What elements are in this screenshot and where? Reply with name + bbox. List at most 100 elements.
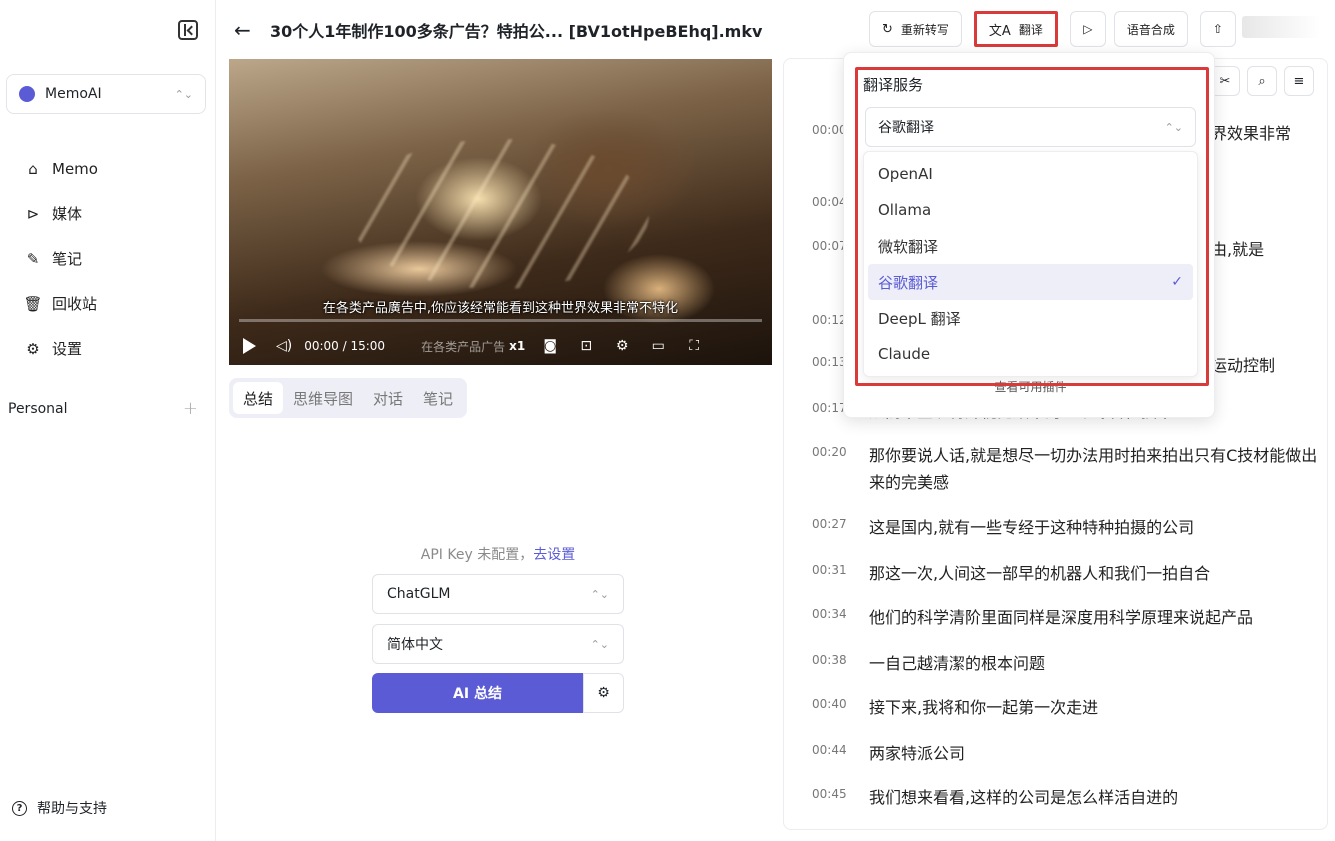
summary-settings-button[interactable]: ⚙ bbox=[583, 673, 624, 713]
volume-icon[interactable]: ◁) bbox=[276, 338, 292, 354]
speed-control[interactable]: x1 bbox=[509, 339, 525, 353]
transcript-row[interactable]: 00:38 一自己越清潔的根本问题 bbox=[812, 650, 1322, 677]
transcript-row[interactable]: 00:44 两家特派公司 bbox=[812, 740, 1322, 767]
gear-icon[interactable]: ⚙ bbox=[613, 338, 631, 354]
sidebar-item-memo[interactable]: ⌂ Memo bbox=[24, 146, 204, 191]
sidebar-item-label: 回收站 bbox=[52, 295, 98, 313]
transcript-text: 接下来,我将和你一起第一次走进 bbox=[869, 698, 1099, 717]
back-arrow-icon[interactable]: ← bbox=[234, 18, 251, 42]
page-title: 30个人1年制作100多条广告？特拍公... [BV1otHpeBEhq].mk… bbox=[270, 22, 763, 41]
sidebar: MemoAI ⌃⌄ ⌂ Memo ⊳ 媒体 ✎ 笔记 🗑 回收站 ⚙ 设置 Pe… bbox=[0, 0, 216, 841]
export-button[interactable]: ⇧ bbox=[1199, 11, 1236, 47]
translate-icon: 文A bbox=[988, 23, 1011, 39]
fullscreen-icon[interactable]: ⛶ bbox=[685, 338, 703, 354]
sidebar-nav: ⌂ Memo ⊳ 媒体 ✎ 笔记 🗑 回收站 ⚙ 设置 bbox=[23, 146, 204, 371]
tab-chat[interactable]: 对话 bbox=[363, 382, 413, 414]
tab-mindmap[interactable]: 思维导图 bbox=[283, 382, 363, 414]
translate-button[interactable]: 文A 翻译 bbox=[973, 11, 1058, 47]
sidebar-item-media[interactable]: ⊳ 媒体 bbox=[24, 191, 204, 236]
menu-icon[interactable]: ≡ bbox=[1284, 66, 1314, 96]
transcript-text: 一自己越清潔的根本问题 bbox=[869, 654, 1046, 673]
timestamp[interactable]: 00:38 bbox=[812, 650, 869, 677]
transcript-tools: ✂ ⌕ ≡ bbox=[1210, 66, 1321, 96]
camera-icon[interactable]: ◙ bbox=[541, 338, 559, 354]
help-support-link[interactable]: ? 帮助与支持 bbox=[12, 798, 107, 818]
option-openai[interactable]: OpenAI bbox=[868, 156, 1193, 192]
upload-icon: ⇧ bbox=[1212, 22, 1223, 36]
translate-label: 翻译 bbox=[1018, 22, 1043, 37]
sidebar-item-trash[interactable]: 🗑 回收站 bbox=[23, 281, 204, 326]
sidebar-item-label: 媒体 bbox=[52, 205, 83, 223]
sidebar-item-label: 设置 bbox=[52, 340, 83, 358]
subtitle-scan-icon[interactable]: ⊡ bbox=[577, 338, 595, 354]
transcript-text: 他们的科学清阶里面同样是深度用科学原理来说起产品 bbox=[869, 608, 1254, 627]
play-button[interactable]: ▷ bbox=[1069, 11, 1106, 47]
transcript-text: 这是国内,就有一些专经于这种特种拍摄的公司 bbox=[869, 518, 1195, 537]
timestamp[interactable]: 00:20 bbox=[812, 442, 869, 496]
option-microsoft[interactable]: 微软翻译 bbox=[868, 228, 1193, 264]
translation-service-title: 翻译服务 bbox=[863, 76, 924, 94]
blurred-area bbox=[1242, 16, 1320, 38]
transcript-row[interactable]: 00:20 那你要说人话,就是想尽一切办法用时拍来拍出只有C技材能做出来的完美感 bbox=[812, 442, 1322, 496]
api-settings-link[interactable]: 去设置 bbox=[533, 547, 575, 563]
gear-icon: ⚙ bbox=[597, 685, 610, 701]
option-ollama[interactable]: Ollama bbox=[868, 192, 1193, 228]
help-icon: ? bbox=[12, 800, 27, 816]
tts-button[interactable]: 语音合成 bbox=[1113, 11, 1188, 47]
play-icon[interactable] bbox=[243, 338, 256, 354]
mini-subtitle: 在各类产品广告 bbox=[421, 339, 506, 354]
sidebar-item-label: 笔记 bbox=[52, 250, 83, 268]
updown-chevron-icon: ⌃⌄ bbox=[1164, 120, 1183, 134]
retranscribe-button[interactable]: ↻ 重新转写 bbox=[869, 11, 962, 47]
sidebar-item-settings[interactable]: ⚙ 设置 bbox=[24, 326, 204, 371]
timestamp[interactable]: 00:34 bbox=[812, 604, 869, 631]
video-player[interactable]: 在各类产品廣告中,你应该经常能看到这种世界效果非常不特化 ◁) 00:00 / … bbox=[229, 59, 772, 365]
sidebar-item-notes[interactable]: ✎ 笔记 bbox=[24, 236, 204, 281]
tts-label: 语音合成 bbox=[1126, 22, 1175, 37]
option-deepl[interactable]: DeepL 翻译 bbox=[868, 300, 1193, 336]
view-plugins-link[interactable]: 查看可用插件 bbox=[863, 378, 1198, 395]
api-key-note: API Key 未配置，去设置 bbox=[372, 544, 624, 564]
sidebar-item-label: Memo bbox=[52, 159, 98, 178]
api-note-text: API Key 未配置， bbox=[420, 547, 534, 563]
video-controls: ◁) 00:00 / 15:00 在各类产品广告 x1 ◙ ⊡ ⚙ ▭ ⛶ bbox=[229, 329, 772, 363]
transcript-row[interactable]: 00:31 那这一次,人间这一部早的机器人和我们一拍自合 bbox=[812, 560, 1322, 587]
video-time: 00:00 / 15:00 bbox=[304, 339, 386, 353]
toolbar: ↻ 重新转写 文A 翻译 ▷ 语音合成 ⇧ bbox=[869, 10, 1244, 48]
workspace-selector[interactable]: MemoAI ⌃⌄ bbox=[6, 74, 206, 114]
workspace-avatar bbox=[19, 86, 35, 102]
transcript-row[interactable]: 00:45 我们想来看看,这样的公司是怎么样活自进的 bbox=[812, 784, 1322, 811]
transcript-text: 那这一次,人间这一部早的机器人和我们一拍自合 bbox=[869, 564, 1211, 583]
option-label: OpenAI bbox=[878, 165, 933, 183]
option-claude[interactable]: Claude bbox=[868, 336, 1193, 372]
personal-section: Personal + bbox=[8, 398, 198, 419]
transcript-row[interactable]: 00:27 这是国内,就有一些专经于这种特种拍摄的公司 bbox=[812, 514, 1322, 541]
transcript-text: 两家特派公司 bbox=[869, 744, 966, 763]
option-label: DeepL 翻译 bbox=[878, 309, 961, 328]
option-google[interactable]: 谷歌翻译 ✓ bbox=[868, 264, 1193, 300]
sidebar-collapse-icon[interactable] bbox=[178, 20, 198, 40]
option-label: 谷歌翻译 bbox=[878, 273, 939, 292]
widescreen-icon[interactable]: ▭ bbox=[649, 338, 667, 354]
translation-service-select[interactable]: 谷歌翻译 ⌃⌄ bbox=[865, 107, 1196, 147]
search-icon[interactable]: ⌕ bbox=[1247, 66, 1277, 96]
transcript-text: 我们想来看看,这样的公司是怎么样活自进的 bbox=[869, 788, 1179, 807]
tab-summary[interactable]: 总结 bbox=[233, 382, 284, 414]
play-icon: ▷ bbox=[1083, 22, 1093, 36]
timestamp[interactable]: 00:27 bbox=[812, 514, 869, 541]
transcript-row[interactable]: 00:40 接下来,我将和你一起第一次走进 bbox=[812, 694, 1322, 721]
timestamp[interactable]: 00:31 bbox=[812, 560, 869, 587]
content-tabs: 总结 思维导图 对话 笔记 bbox=[229, 378, 468, 418]
model-select[interactable]: ChatGLM ⌃⌄ bbox=[372, 574, 624, 614]
updown-chevron-icon: ⌃⌄ bbox=[590, 637, 609, 651]
timestamp[interactable]: 00:44 bbox=[812, 740, 869, 767]
tab-notes[interactable]: 笔记 bbox=[413, 382, 463, 414]
ai-summary-button[interactable]: AI 总结 bbox=[372, 673, 583, 713]
language-select[interactable]: 简体中文 ⌃⌄ bbox=[372, 624, 624, 664]
video-progress-bar[interactable] bbox=[239, 319, 762, 322]
refresh-icon: ↻ bbox=[882, 21, 893, 37]
timestamp[interactable]: 00:45 bbox=[812, 784, 869, 811]
timestamp[interactable]: 00:40 bbox=[812, 694, 869, 721]
add-icon[interactable]: + bbox=[183, 398, 198, 419]
transcript-row[interactable]: 00:34 他们的科学清阶里面同样是深度用科学原理来说起产品 bbox=[812, 604, 1322, 631]
